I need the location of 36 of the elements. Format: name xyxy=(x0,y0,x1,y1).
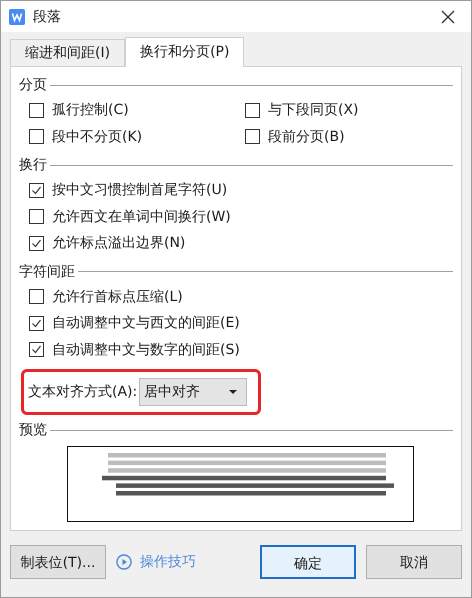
checkbox-label[interactable]: 允许行首标点压缩(L) xyxy=(52,288,183,306)
checkbox[interactable] xyxy=(29,342,44,358)
checkbox-label[interactable]: 段前分页(B) xyxy=(268,128,345,146)
ok-button[interactable]: 确定 xyxy=(260,545,356,579)
checkbox[interactable] xyxy=(29,236,44,251)
tab[interactable]: 缩进和间距(I) xyxy=(10,39,126,66)
play-icon xyxy=(116,554,132,570)
checkbox-label[interactable]: 允许西文在单词中间换行(W) xyxy=(52,208,231,226)
tab[interactable]: 换行和分页(P) xyxy=(125,37,244,67)
section-title: 分页 xyxy=(19,76,47,94)
checkbox[interactable] xyxy=(245,102,260,118)
checkbox-label[interactable]: 孤行控制(C) xyxy=(52,101,129,120)
close-icon[interactable] xyxy=(441,10,455,24)
section-title: 字符间距 xyxy=(19,262,75,280)
checkbox[interactable] xyxy=(29,209,44,224)
checkbox[interactable] xyxy=(29,129,44,144)
checkbox-label[interactable]: 自动调整中文与数字的间距(S) xyxy=(52,340,240,359)
checkbox-label[interactable]: 段中不分页(K) xyxy=(52,128,142,146)
window-title: 段落 xyxy=(33,8,62,26)
app-logo-icon xyxy=(9,8,25,24)
checkbox-label[interactable]: 允许标点溢出边界(N) xyxy=(52,234,186,252)
checkbox-label[interactable]: 与下段同页(X) xyxy=(268,101,359,120)
checkbox[interactable] xyxy=(29,289,44,304)
checkbox[interactable] xyxy=(29,182,44,198)
dialog-button[interactable]: 取消 xyxy=(366,545,462,579)
checkbox-label[interactable]: 自动调整中文与西文的间距(E) xyxy=(52,314,240,332)
checkbox[interactable] xyxy=(29,316,44,331)
alignment-dropdown[interactable]: 居中对齐 xyxy=(139,378,248,406)
section-title: 预览 xyxy=(19,421,47,439)
checkbox[interactable] xyxy=(245,129,260,144)
checkbox-label[interactable]: 按中文习惯控制首尾字符(U) xyxy=(52,181,228,200)
checkbox[interactable] xyxy=(29,102,44,118)
caret-icon xyxy=(229,390,238,394)
dialog-button[interactable]: 制表位(T)... xyxy=(10,545,106,579)
alignment-label: 文本对齐方式(A): xyxy=(28,383,138,401)
section-title: 换行 xyxy=(19,156,47,174)
